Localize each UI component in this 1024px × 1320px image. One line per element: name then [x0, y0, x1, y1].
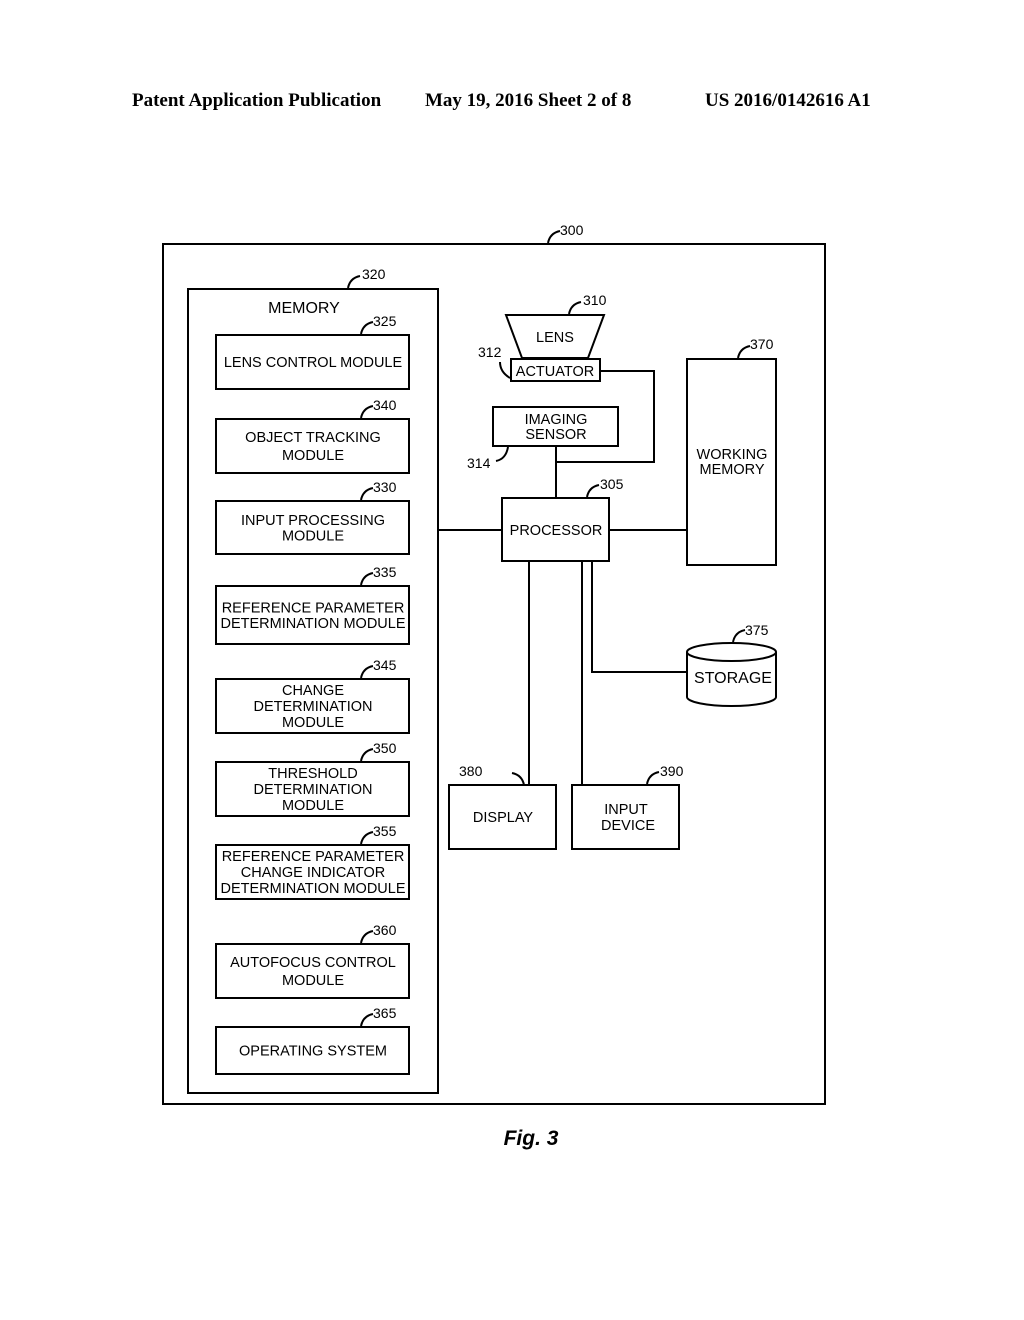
module-label: DETERMINATION — [254, 782, 373, 798]
ref-375: 375 — [745, 622, 769, 638]
module-ref: 355 — [373, 823, 397, 839]
leader-310 — [568, 301, 582, 315]
module-label: THRESHOLD — [268, 766, 357, 782]
module-ref: 330 — [373, 479, 397, 495]
ref-380: 380 — [459, 763, 483, 779]
storage-connector — [591, 561, 687, 673]
module-box — [215, 418, 410, 474]
ref-300: 300 — [560, 222, 584, 238]
input-device-label-2: DEVICE — [601, 818, 655, 834]
module-leader — [360, 665, 374, 679]
module-label: OPERATING SYSTEM — [239, 1044, 387, 1060]
module-label: MODULE — [282, 715, 344, 731]
lens-label: LENS — [536, 330, 574, 346]
figure-3-diagram: 300 320 MEMORY 325 LENS CONTROL MODULE 340… — [162, 222, 826, 1150]
module-label: DETERMINATION — [254, 699, 373, 715]
ref-390: 390 — [660, 763, 684, 779]
leader-305 — [586, 484, 600, 498]
module-leader — [360, 487, 374, 501]
module-leader — [360, 321, 374, 335]
leader-300 — [547, 230, 561, 244]
processor-label: PROCESSOR — [510, 523, 603, 539]
ref-370: 370 — [750, 336, 774, 352]
module-label: MODULE — [282, 528, 344, 544]
module-label: MODULE — [282, 448, 344, 464]
storage-label: STORAGE — [694, 670, 772, 687]
ref-320: 320 — [362, 266, 386, 282]
working-memory-label-2: MEMORY — [700, 462, 765, 478]
module-leader — [360, 748, 374, 762]
module-box — [215, 943, 410, 999]
module-label: REFERENCE PARAMETER — [222, 849, 405, 865]
ref-312: 312 — [478, 344, 502, 360]
module-ref: 325 — [373, 313, 397, 329]
module-ref: 335 — [373, 564, 397, 580]
ref-310: 310 — [583, 292, 607, 308]
leader-320 — [347, 275, 361, 289]
module-label: INPUT PROCESSING — [241, 513, 385, 529]
module-label: AUTOFOCUS CONTROL — [230, 955, 396, 971]
storage-top — [686, 642, 777, 662]
module-leader — [360, 405, 374, 419]
module-label: DETERMINATION MODULE — [220, 616, 405, 632]
module-ref: 340 — [373, 397, 397, 413]
module-leader — [360, 1013, 374, 1027]
ref-314: 314 — [467, 455, 491, 471]
module-label: MODULE — [282, 973, 344, 989]
leader-370 — [737, 345, 751, 359]
module-ref: 350 — [373, 740, 397, 756]
leader-314 — [495, 446, 509, 462]
module-ref: 360 — [373, 922, 397, 938]
module-leader — [360, 831, 374, 845]
input-device-label-1: INPUT — [604, 802, 648, 818]
module-ref: 345 — [373, 657, 397, 673]
leader-312 — [499, 361, 511, 379]
imaging-sensor-label-2: SENSOR — [525, 427, 586, 443]
module-leader — [360, 572, 374, 586]
module-label: DETERMINATION MODULE — [220, 881, 405, 897]
module-label: LENS CONTROL MODULE — [224, 355, 403, 371]
memory-title: MEMORY — [268, 300, 340, 317]
working-memory-label-1: WORKING — [697, 447, 768, 463]
leader-375 — [732, 629, 746, 643]
actuator-label: ACTUATOR — [516, 364, 594, 380]
module-label: CHANGE INDICATOR — [241, 865, 385, 881]
imaging-sensor-label-1: IMAGING — [525, 412, 588, 428]
module-label: CHANGE — [282, 683, 344, 699]
memory-modules: 325 LENS CONTROL MODULE 340 OBJECT TRACKING… — [215, 313, 410, 1075]
figure-caption: Fig. 3 — [504, 1127, 559, 1150]
leader-390 — [646, 771, 660, 785]
ref-305: 305 — [600, 476, 624, 492]
module-ref: 365 — [373, 1005, 397, 1021]
display-label: DISPLAY — [473, 810, 534, 826]
module-leader — [360, 930, 374, 944]
leader-380 — [511, 772, 525, 786]
module-label: OBJECT TRACKING — [245, 430, 381, 446]
module-label: MODULE — [282, 798, 344, 814]
module-label: REFERENCE PARAMETER — [222, 600, 405, 616]
